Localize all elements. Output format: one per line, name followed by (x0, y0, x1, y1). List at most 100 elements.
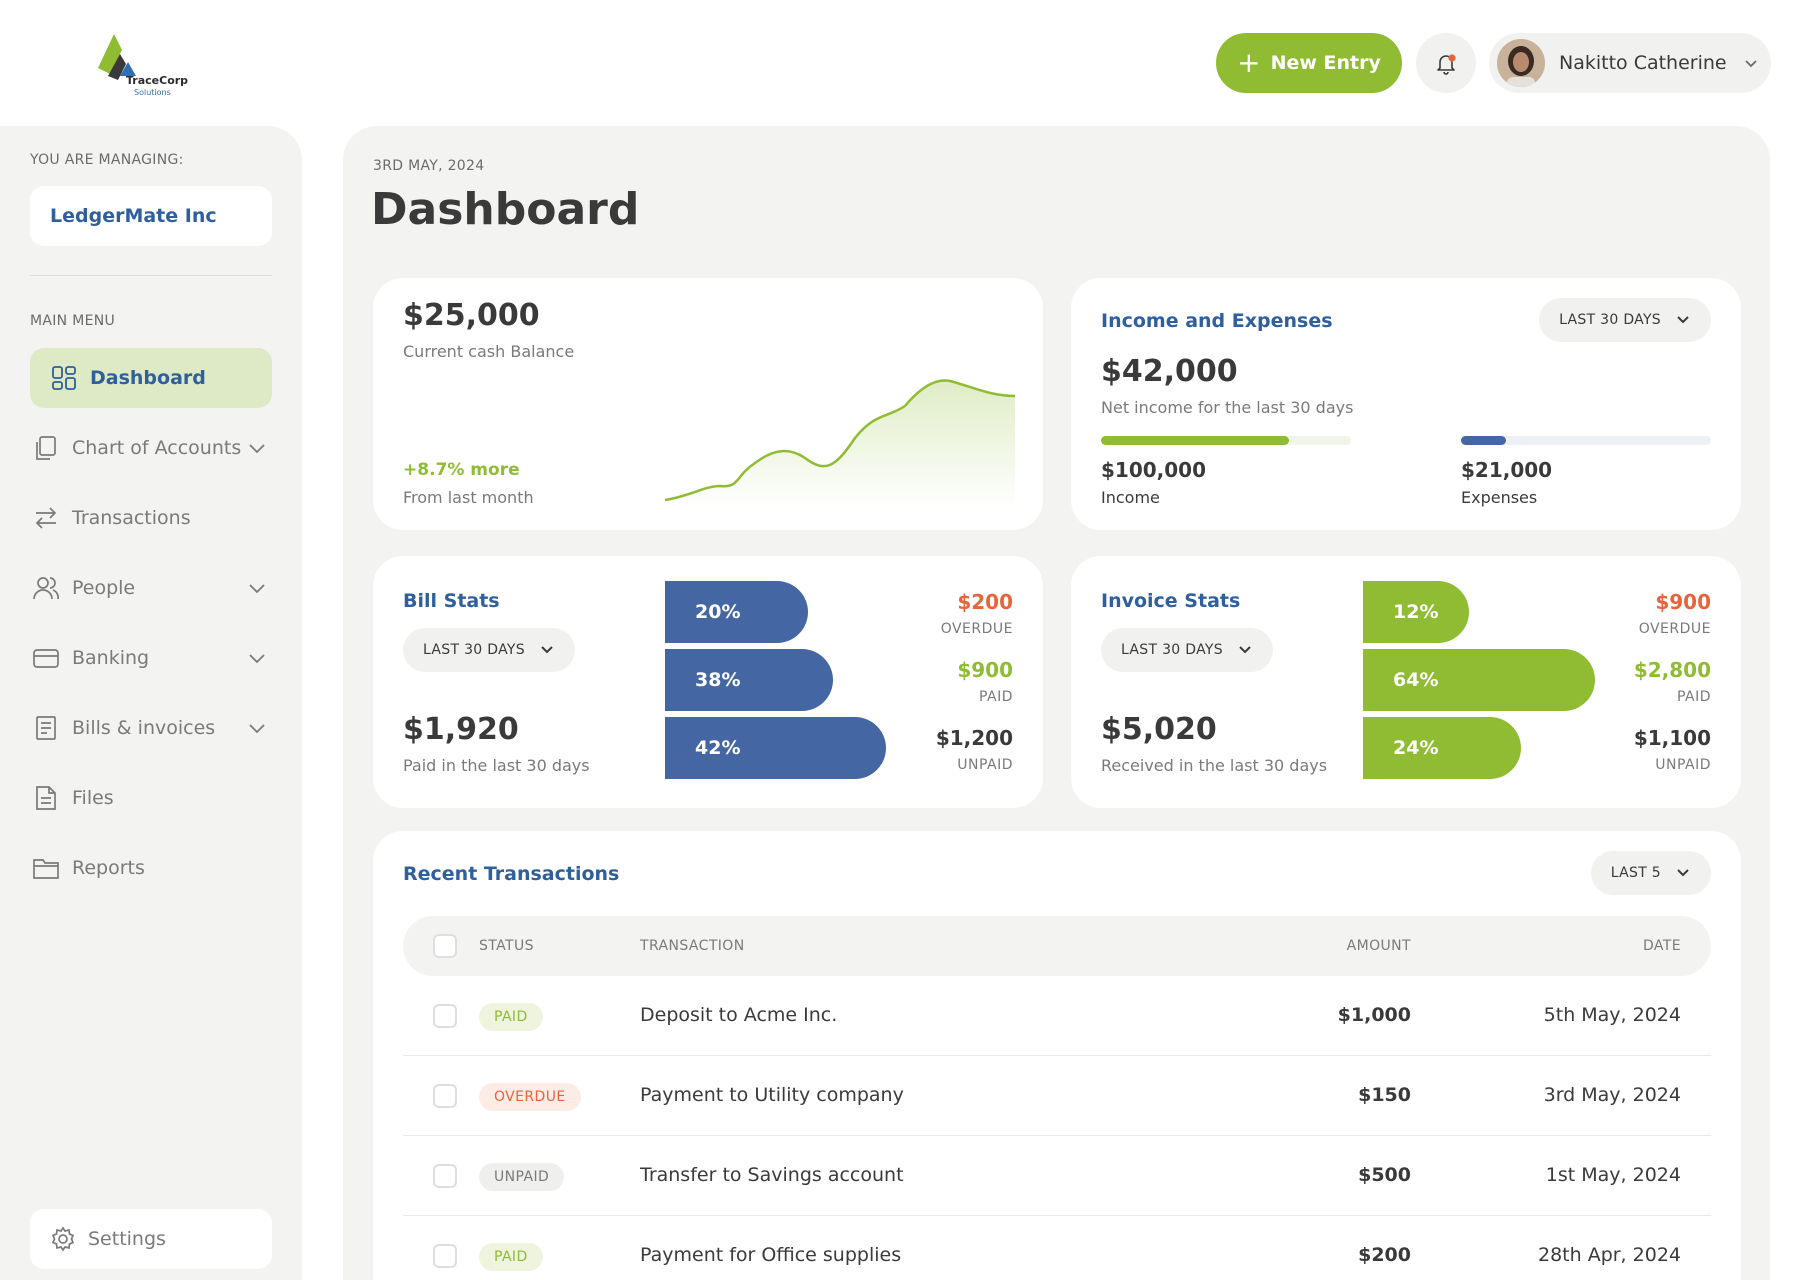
sidebar-item-label: Bills & invoices (72, 717, 216, 739)
status-badge: UNPAID (479, 1163, 565, 1191)
column-status: STATUS (479, 938, 534, 954)
sidebar-item-label: Dashboard (90, 367, 206, 389)
new-entry-label: New Entry (1270, 52, 1381, 74)
sidebar-item-people[interactable]: People (30, 558, 272, 618)
bill-period-dropdown[interactable]: LAST 30 DAYS (403, 628, 575, 672)
bill-total: $1,920 (403, 712, 519, 747)
row-checkbox[interactable] (433, 1244, 457, 1268)
bill-period-label: LAST 30 DAYS (423, 642, 525, 658)
company-selector[interactable]: LedgerMate Inc (30, 186, 272, 246)
sidebar-item-chart-of-accounts[interactable]: Chart of Accounts (30, 418, 272, 478)
sidebar-item-banking[interactable]: Banking (30, 628, 272, 688)
transaction-date: 1st May, 2024 (1545, 1164, 1681, 1186)
chevron-down-icon (249, 654, 265, 664)
bill-unpaid-amount: $1,200 (935, 726, 1013, 750)
invoice-bar-overdue: 12% (1363, 581, 1469, 643)
brand-name: TraceCorp (126, 74, 189, 87)
bill-stats-card: Bill Stats LAST 30 DAYS $1,920 Paid in t… (373, 556, 1043, 808)
new-entry-button[interactable]: + New Entry (1216, 33, 1402, 93)
table-row[interactable]: PAID Deposit to Acme Inc. $1,000 5th May… (403, 976, 1711, 1056)
cash-label: Current cash Balance (403, 342, 575, 361)
bill-overdue-label: OVERDUE (940, 621, 1013, 637)
bill-bar-unpaid: 42% (665, 717, 886, 779)
transaction-description: Payment for Office supplies (640, 1244, 902, 1266)
status-badge: PAID (479, 1003, 543, 1031)
income-label: Income (1101, 488, 1160, 507)
chevron-down-icon (1239, 646, 1251, 654)
settings-button[interactable]: Settings (30, 1209, 272, 1269)
income-progress-fill (1101, 436, 1289, 445)
bill-bar-paid: 38% (665, 649, 833, 711)
bill-total-label: Paid in the last 30 days (403, 756, 590, 775)
transaction-amount: $200 (1358, 1244, 1411, 1266)
sidebar-item-reports[interactable]: Reports (30, 838, 272, 898)
bill-paid-amount: $900 (957, 658, 1013, 682)
select-all-checkbox[interactable] (433, 934, 457, 958)
chevron-down-icon (249, 444, 265, 454)
income-expenses-card: Income and Expenses LAST 30 DAYS $42,000… (1071, 278, 1741, 530)
transaction-date: 5th May, 2024 (1543, 1004, 1681, 1026)
expenses-progress-fill (1461, 436, 1506, 445)
invoice-total: $5,020 (1101, 712, 1217, 747)
table-row[interactable]: PAID Payment for Office supplies $200 28… (403, 1216, 1711, 1280)
invoice-unpaid-label: UNPAID (1655, 757, 1711, 773)
sidebar-item-label: People (72, 577, 136, 599)
sidebar-item-dashboard[interactable]: Dashboard (30, 348, 272, 408)
row-checkbox[interactable] (433, 1164, 457, 1188)
status-badge: OVERDUE (479, 1083, 581, 1111)
sidebar-item-label: Files (72, 787, 114, 809)
table-row[interactable]: OVERDUE Payment to Utility company $150 … (403, 1056, 1711, 1136)
sidebar-item-bills-invoices[interactable]: Bills & invoices (30, 698, 272, 758)
invoice-paid-label: PAID (1676, 689, 1711, 705)
invoice-unpaid-amount: $1,100 (1633, 726, 1711, 750)
transactions-title: Recent Transactions (403, 863, 620, 885)
user-menu[interactable]: Nakitto Catherine (1489, 33, 1771, 93)
notifications-button[interactable] (1416, 33, 1476, 93)
transaction-date: 3rd May, 2024 (1543, 1084, 1681, 1106)
expenses-value: $21,000 (1461, 458, 1553, 482)
chevron-down-icon (249, 724, 265, 734)
invoice-overdue-amount: $900 (1655, 590, 1711, 614)
transaction-description: Transfer to Savings account (640, 1164, 904, 1186)
invoice-overdue-label: OVERDUE (1638, 621, 1711, 637)
invoice-stats-card: Invoice Stats LAST 30 DAYS $5,020 Receiv… (1071, 556, 1741, 808)
transaction-date: 28th Apr, 2024 (1537, 1244, 1681, 1266)
copy-icon (32, 434, 60, 462)
sidebar-item-files[interactable]: Files (30, 768, 272, 828)
user-name: Nakitto Catherine (1559, 52, 1727, 74)
main-menu-label: MAIN MENU (30, 313, 116, 329)
income-progress-bar (1101, 436, 1351, 445)
cash-change: +8.7% more (403, 460, 520, 480)
receipt-icon (32, 714, 60, 742)
managing-label: YOU ARE MANAGING: (30, 152, 184, 168)
main-content: 3RD MAY, 2024 Dashboard $25,000 Current … (343, 126, 1770, 1280)
sidebar-item-transactions[interactable]: Transactions (30, 488, 272, 548)
row-checkbox[interactable] (433, 1084, 457, 1108)
sidebar: YOU ARE MANAGING: LedgerMate Inc MAIN ME… (0, 126, 302, 1280)
table-row[interactable]: UNPAID Transfer to Savings account $500 … (403, 1136, 1711, 1216)
plus-icon: + (1237, 46, 1261, 79)
arrows-swap-icon (32, 504, 60, 532)
income-period-dropdown[interactable]: LAST 30 DAYS (1539, 298, 1711, 342)
page-title: Dashboard (371, 184, 640, 235)
cash-balance-card: $25,000 Current cash Balance +8.7% more … (373, 278, 1043, 530)
invoice-stats-title: Invoice Stats (1101, 590, 1241, 612)
income-value: $100,000 (1101, 458, 1207, 482)
column-amount: AMOUNT (1346, 938, 1411, 954)
sidebar-item-label: Transactions (72, 507, 191, 529)
recent-transactions-card: Recent Transactions LAST 5 STATUS TRANSA… (373, 831, 1741, 1280)
table-header: STATUS TRANSACTION AMOUNT DATE (403, 916, 1711, 976)
row-checkbox[interactable] (433, 1004, 457, 1028)
sidebar-divider (30, 275, 272, 276)
invoice-total-label: Received in the last 30 days (1101, 756, 1328, 775)
brand-logo: TraceCorp Solutions (96, 30, 196, 102)
sidebar-item-label: Chart of Accounts (72, 437, 242, 459)
bell-icon (1437, 54, 1456, 75)
gear-icon (50, 1226, 76, 1252)
bill-stats-title: Bill Stats (403, 590, 500, 612)
income-period-label: LAST 30 DAYS (1559, 312, 1661, 328)
transactions-filter-dropdown[interactable]: LAST 5 (1590, 851, 1711, 895)
sidebar-item-label: Banking (72, 647, 150, 669)
transaction-description: Deposit to Acme Inc. (640, 1004, 838, 1026)
invoice-period-dropdown[interactable]: LAST 30 DAYS (1101, 628, 1273, 672)
